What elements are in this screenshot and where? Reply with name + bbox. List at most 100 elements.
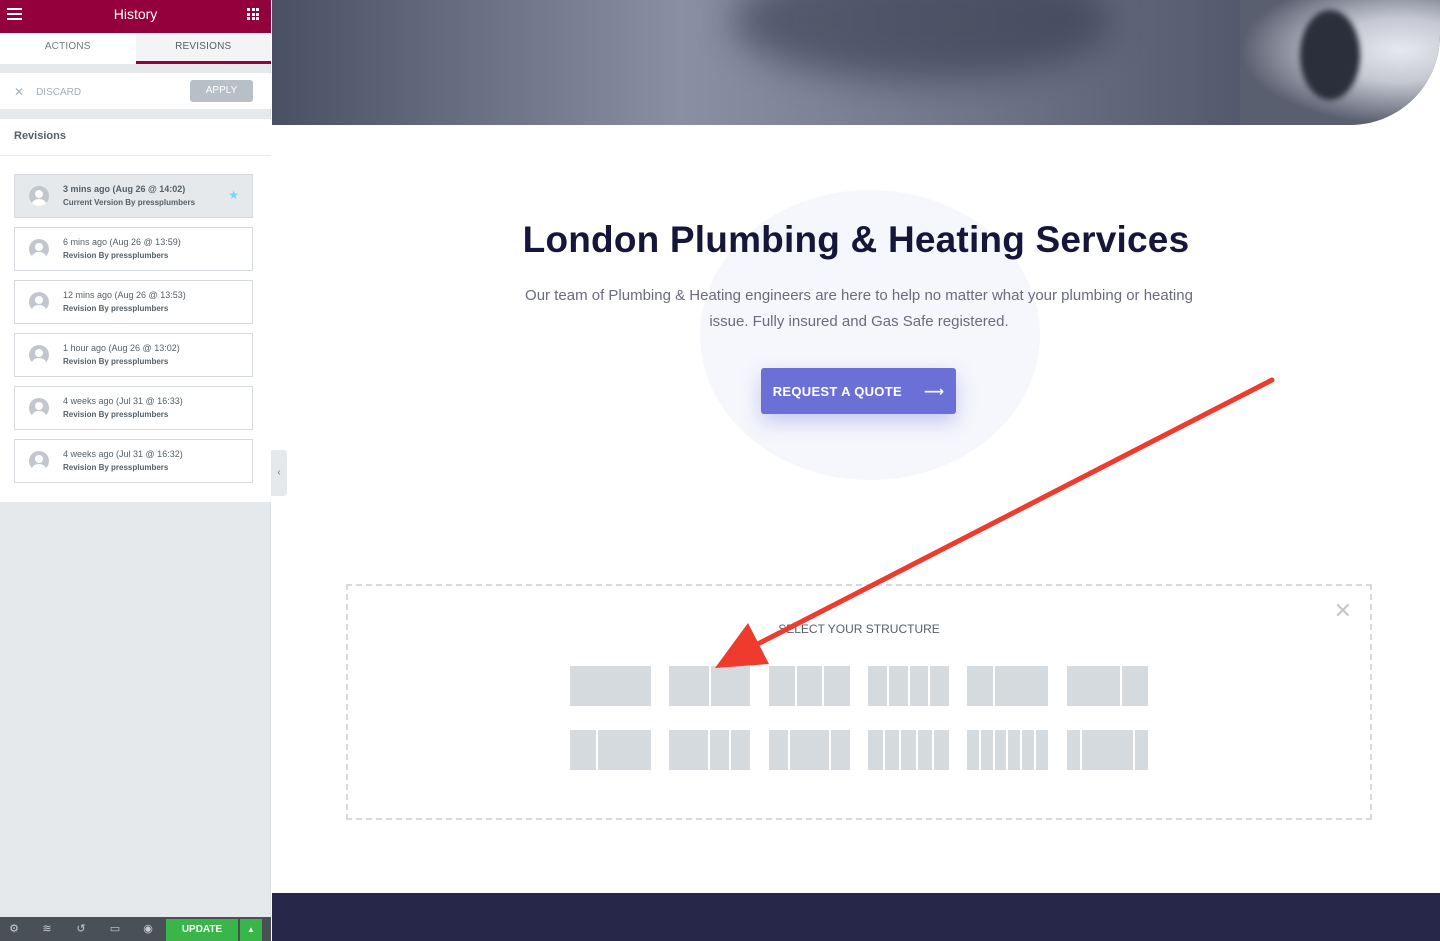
structure-column — [769, 730, 789, 770]
revision-actions-bar: ✕ DISCARD APPLY — [0, 73, 271, 109]
structure-column — [598, 730, 651, 770]
page-subtitle[interactable]: Our team of Plumbing & Heating engineers… — [520, 283, 1198, 335]
chevron-up-icon[interactable]: ▲ — [240, 919, 262, 941]
structure-column — [830, 730, 850, 770]
user-avatar-icon — [29, 451, 49, 471]
revision-author: Revision By pressplumbers — [63, 463, 169, 472]
revision-date: 1 hour ago (Aug 26 @ 13:02) — [63, 343, 180, 353]
arrow-right-icon: ⟶ — [923, 382, 945, 399]
revision-author: Revision By pressplumbers — [63, 410, 169, 419]
structure-preset[interactable] — [769, 730, 850, 770]
divider — [0, 155, 271, 156]
footer-section — [272, 893, 1440, 941]
structure-column — [669, 666, 709, 706]
structure-preset[interactable] — [1067, 730, 1148, 770]
revision-date: 12 mins ago (Aug 26 @ 13:53) — [63, 290, 186, 300]
revision-author: Revision By pressplumbers — [63, 357, 169, 366]
structure-preset[interactable] — [570, 666, 651, 706]
panel-footer: ⚙ ≋ ↺ ▭ ◉ UPDATE ▲ — [0, 917, 271, 941]
structure-preset[interactable] — [967, 730, 1048, 770]
revision-item[interactable]: 6 mins ago (Aug 26 @ 13:59) Revision By … — [14, 227, 253, 271]
revision-date: 4 weeks ago (Jul 31 @ 16:33) — [63, 396, 183, 406]
request-quote-button[interactable]: REQUEST A QUOTE ⟶ — [761, 368, 956, 414]
collapse-panel-toggle[interactable]: ‹ — [271, 450, 287, 496]
structure-preset[interactable] — [669, 730, 750, 770]
eye-icon[interactable]: ◉ — [141, 922, 155, 936]
request-quote-label: REQUEST A QUOTE — [772, 383, 902, 399]
structure-column — [790, 730, 829, 770]
structure-preset[interactable] — [669, 666, 750, 706]
structure-column — [868, 730, 883, 770]
structure-column — [796, 666, 823, 706]
hero-image-shade — [732, 0, 1112, 80]
revision-date: 3 mins ago (Aug 26 @ 14:02) — [63, 184, 186, 194]
structure-column — [824, 666, 850, 706]
user-avatar-icon — [29, 186, 49, 206]
revision-author: Current Version By pressplumbers — [63, 198, 196, 207]
revision-author: Revision By pressplumbers — [63, 304, 169, 313]
structure-preset[interactable] — [868, 666, 949, 706]
structure-column — [868, 666, 887, 706]
discard-button[interactable]: ✕ DISCARD — [14, 85, 81, 99]
apply-button[interactable]: APPLY — [190, 80, 253, 102]
structure-column — [917, 730, 933, 770]
structure-column — [967, 666, 994, 706]
structure-column — [570, 666, 651, 706]
structure-column — [730, 730, 750, 770]
layers-icon[interactable]: ≋ — [40, 922, 54, 936]
user-avatar-icon — [29, 239, 49, 259]
structure-column — [994, 730, 1007, 770]
structure-column — [1067, 666, 1120, 706]
revisions-panel: Revisions 3 mins ago (Aug 26 @ 14:02) Cu… — [0, 119, 271, 502]
structure-column — [909, 666, 929, 706]
user-avatar-icon — [29, 345, 49, 365]
structure-column — [1135, 730, 1148, 770]
structure-column — [1121, 666, 1148, 706]
panel-header: History — [0, 0, 271, 33]
structure-column — [930, 666, 949, 706]
discard-label: DISCARD — [36, 86, 82, 98]
revision-item[interactable]: 4 weeks ago (Jul 31 @ 16:32) Revision By… — [14, 439, 253, 483]
structure-preset[interactable] — [1067, 666, 1148, 706]
editor-window: History ACTIONS REVISIONS ✕ DISCARD APPL… — [0, 0, 1440, 941]
history-icon[interactable]: ↺ — [74, 922, 88, 936]
structure-column — [1081, 730, 1134, 770]
structure-preset[interactable] — [769, 666, 850, 706]
widgets-grid-icon[interactable] — [247, 8, 259, 20]
revision-date: 4 weeks ago (Jul 31 @ 16:32) — [63, 449, 183, 459]
hero-image — [272, 0, 1440, 125]
structure-selector: ✕ SELECT YOUR STRUCTURE — [346, 584, 1372, 820]
page-title[interactable]: London Plumbing & Heating Services — [272, 219, 1440, 261]
structure-column — [980, 730, 993, 770]
structure-column — [995, 666, 1048, 706]
gear-icon[interactable]: ⚙ — [7, 922, 21, 936]
structure-column — [769, 666, 795, 706]
structure-column — [570, 730, 597, 770]
revisions-heading: Revisions — [14, 130, 66, 142]
structure-preset[interactable] — [570, 730, 651, 770]
responsive-icon[interactable]: ▭ — [108, 922, 122, 936]
structure-column — [967, 730, 979, 770]
structure-column — [1036, 730, 1048, 770]
structure-column — [669, 730, 708, 770]
revision-item[interactable]: 3 mins ago (Aug 26 @ 14:02) Current Vers… — [14, 174, 253, 218]
tab-revisions[interactable]: REVISIONS — [135, 33, 271, 64]
close-icon: ✕ — [14, 85, 25, 99]
panel-title: History — [113, 6, 158, 22]
close-icon[interactable]: ✕ — [1334, 598, 1352, 624]
revision-item[interactable]: 4 weeks ago (Jul 31 @ 16:33) Revision By… — [14, 386, 253, 430]
history-panel: History ACTIONS REVISIONS ✕ DISCARD APPL… — [0, 0, 271, 941]
structure-column — [1022, 730, 1035, 770]
revision-item[interactable]: 1 hour ago (Aug 26 @ 13:02) Revision By … — [14, 333, 253, 377]
structure-label: SELECT YOUR STRUCTURE — [778, 622, 940, 636]
structure-preset[interactable] — [868, 730, 949, 770]
star-icon: ★ — [228, 188, 239, 202]
update-button[interactable]: UPDATE — [166, 919, 238, 941]
revision-item[interactable]: 12 mins ago (Aug 26 @ 13:53) Revision By… — [14, 280, 253, 324]
structure-preset[interactable] — [967, 666, 1048, 706]
structure-column — [901, 730, 916, 770]
tab-actions[interactable]: ACTIONS — [0, 33, 136, 64]
user-avatar-icon — [29, 292, 49, 312]
history-tabs: ACTIONS REVISIONS — [0, 33, 271, 64]
user-avatar-icon — [29, 398, 49, 418]
